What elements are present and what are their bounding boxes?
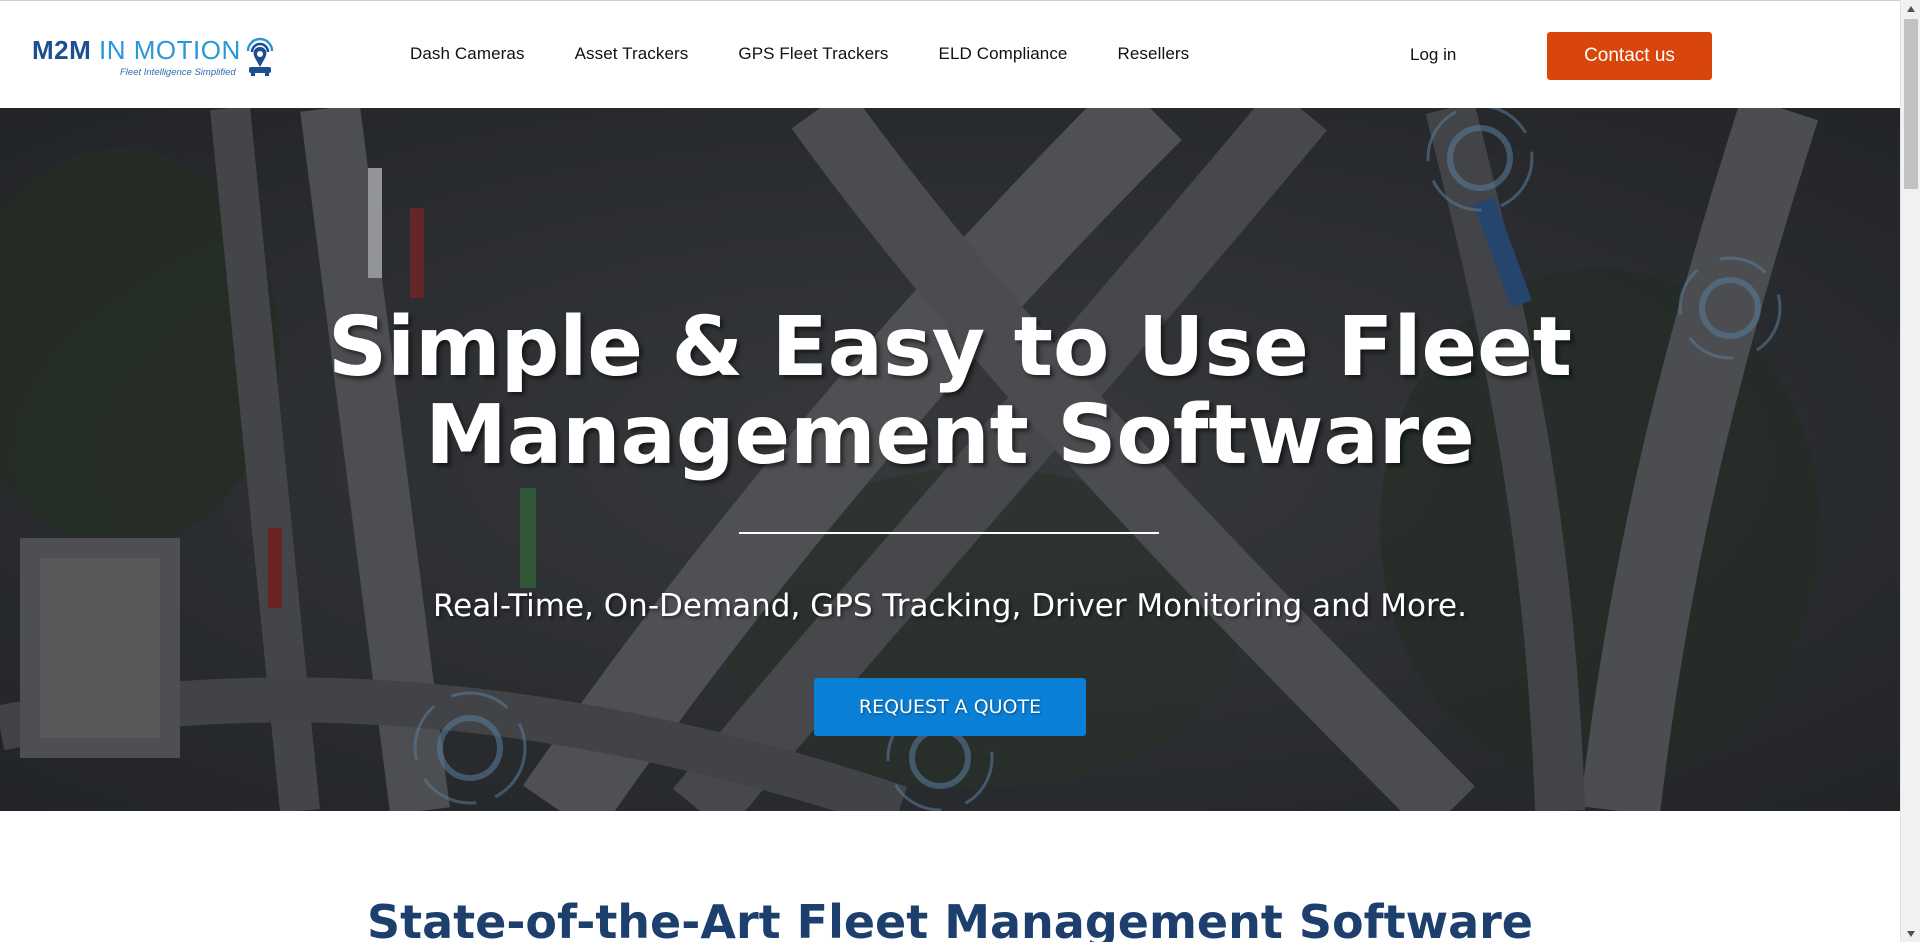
nav-item-asset-trackers[interactable]: Asset Trackers: [575, 44, 689, 64]
nav-item-dash-cameras[interactable]: Dash Cameras: [410, 44, 525, 64]
hero-section: Simple & Easy to Use Fleet Management Sof…: [0, 108, 1900, 811]
brand-name-part1: M2M: [32, 35, 92, 65]
chevron-up-icon[interactable]: [1901, 0, 1920, 17]
scrollbar-thumb[interactable]: [1904, 19, 1918, 189]
hero-title: Simple & Easy to Use Fleet Management Sof…: [250, 304, 1650, 480]
hero-title-line1: Simple & Easy to Use Fleet: [328, 300, 1572, 395]
hero-title-line2: Management Software: [425, 388, 1475, 483]
hero-subtitle: Real-Time, On-Demand, GPS Tracking, Driv…: [433, 588, 1467, 624]
nav-item-eld-compliance[interactable]: ELD Compliance: [939, 44, 1068, 64]
chevron-down-icon[interactable]: [1901, 925, 1920, 942]
page: M2M IN MOTION Fleet Intelligence Simplif…: [0, 0, 1900, 942]
contact-us-button[interactable]: Contact us: [1547, 32, 1712, 80]
brand-logo[interactable]: M2M IN MOTION Fleet Intelligence Simplif…: [32, 33, 282, 81]
login-link[interactable]: Log in: [1410, 45, 1456, 65]
hero-divider: [739, 532, 1159, 534]
vertical-scrollbar[interactable]: [1900, 0, 1920, 942]
site-header: M2M IN MOTION Fleet Intelligence Simplif…: [0, 0, 1900, 108]
nav-item-resellers[interactable]: Resellers: [1118, 44, 1190, 64]
request-quote-button[interactable]: REQUEST A QUOTE: [814, 678, 1086, 736]
main-nav: Dash Cameras Asset Trackers GPS Fleet Tr…: [410, 37, 1189, 71]
brand-tagline: Fleet Intelligence Simplified: [120, 67, 236, 78]
signal-pin-icon: [246, 37, 274, 76]
brand-name: M2M IN MOTION: [32, 35, 241, 66]
nav-item-gps-fleet-trackers[interactable]: GPS Fleet Trackers: [738, 44, 888, 64]
brand-name-part2: IN MOTION: [91, 35, 241, 65]
section-title: State-of-the-Art Fleet Management Softwa…: [366, 895, 1533, 942]
